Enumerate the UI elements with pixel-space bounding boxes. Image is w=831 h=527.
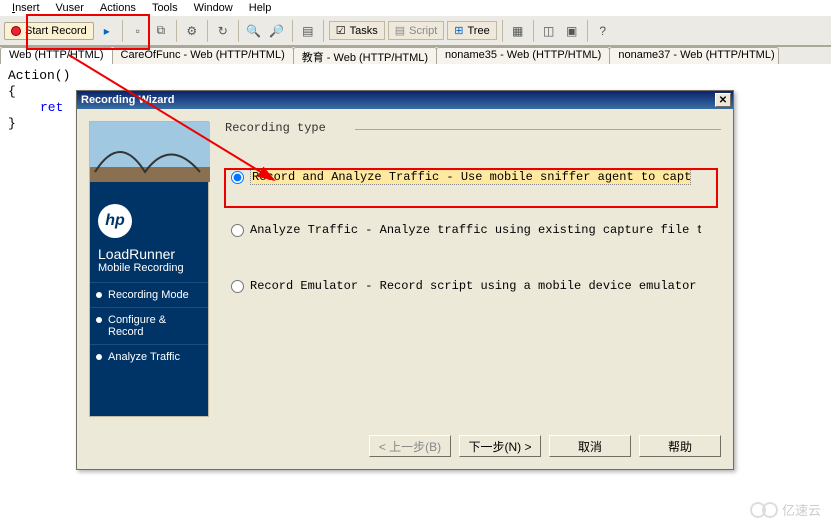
new-icon[interactable]: ▫ [128, 21, 148, 41]
option-label: Analyze Traffic - Analyze traffic using … [250, 223, 701, 237]
tasks-button[interactable]: ☑Tasks [329, 21, 385, 40]
brand-panel: hp LoadRunner Mobile Recording [90, 182, 208, 282]
menu-vuser[interactable]: Vuser [48, 2, 92, 14]
wizard-buttons: < 上一步(B) 下一步(N) > 取消 帮助 [369, 435, 721, 457]
separator [207, 20, 208, 42]
recording-wizard-dialog: Recording Wizard ✕ hp LoadRunner Mobile … [76, 90, 734, 470]
radio-record-emulator[interactable] [231, 280, 244, 293]
record-icon [11, 26, 21, 36]
group-label: Recording type [225, 121, 326, 135]
cancel-button[interactable]: 取消 [549, 435, 631, 457]
help-icon[interactable]: ? [593, 21, 613, 41]
step-configure[interactable]: Configure & Record [90, 307, 208, 344]
tab-noname37[interactable]: noname37 - Web (HTTP/HTML) [609, 47, 779, 64]
option-label: Record and Analyze Traffic - Use mobile … [250, 169, 691, 185]
document-tab-bar: Web (HTTP/HTML) CareOfFunc - Web (HTTP/H… [0, 46, 831, 64]
menu-bar: IInsertnsert Vuser Actions Tools Window … [0, 0, 831, 16]
grid-icon[interactable]: ▦ [508, 21, 528, 41]
separator [533, 20, 534, 42]
hp-logo-icon: hp [98, 204, 132, 238]
option-record-analyze[interactable]: Record and Analyze Traffic - Use mobile … [231, 169, 691, 185]
step-recording-mode[interactable]: Recording Mode [90, 282, 208, 307]
brand-subtitle: Mobile Recording [98, 262, 184, 274]
dialog-titlebar[interactable]: Recording Wizard ✕ [77, 91, 733, 109]
menu-window[interactable]: Window [186, 2, 241, 14]
separator [122, 20, 123, 42]
menu-actions[interactable]: Actions [92, 2, 144, 14]
gear-icon[interactable]: ⚙ [182, 21, 202, 41]
zoom-in-icon[interactable]: 🔍 [244, 21, 264, 41]
copy-icon[interactable]: ⧉ [151, 21, 171, 41]
play-icon[interactable]: ▸ [97, 21, 117, 41]
radio-analyze-traffic[interactable] [231, 224, 244, 237]
tree-button[interactable]: ⊞Tree [447, 21, 496, 40]
separator [502, 20, 503, 42]
tab-noname35[interactable]: noname35 - Web (HTTP/HTML) [436, 47, 610, 64]
menu-insert[interactable]: IInsertnsert [4, 2, 48, 14]
checklist-icon: ☑ [336, 24, 346, 37]
separator [238, 20, 239, 42]
refresh-icon[interactable]: ↻ [213, 21, 233, 41]
menu-tools[interactable]: Tools [144, 2, 186, 14]
option-analyze-traffic[interactable]: Analyze Traffic - Analyze traffic using … [231, 223, 701, 237]
script-button[interactable]: ▤Script [388, 21, 445, 40]
next-button[interactable]: 下一步(N) > [459, 435, 541, 457]
option-record-emulator[interactable]: Record Emulator - Record script using a … [231, 279, 701, 293]
start-record-button[interactable]: Start Record [4, 22, 94, 40]
brand-title: LoadRunner [98, 246, 175, 262]
tab-web[interactable]: Web (HTTP/HTML) [0, 47, 113, 64]
start-record-label: Start Record [25, 25, 87, 37]
option-label: Record Emulator - Record script using a … [250, 279, 696, 293]
wizard-content: Recording type Record and Analyze Traffi… [225, 121, 721, 417]
help-button[interactable]: 帮助 [639, 435, 721, 457]
tab-edu[interactable]: 教育 - Web (HTTP/HTML) [293, 47, 437, 64]
separator [323, 20, 324, 42]
radio-record-analyze[interactable] [231, 171, 244, 184]
step-analyze[interactable]: Analyze Traffic [90, 344, 208, 369]
wizard-sidebar: hp LoadRunner Mobile Recording Recording… [89, 121, 209, 417]
book-icon[interactable]: ▤ [298, 21, 318, 41]
separator [587, 20, 588, 42]
tree-icon: ⊞ [454, 24, 463, 37]
main-toolbar: Start Record ▸ ▫ ⧉ ⚙ ↻ 🔍 🔎 ▤ ☑Tasks ▤Scr… [0, 16, 831, 46]
back-button: < 上一步(B) [369, 435, 451, 457]
rollercoaster-image [90, 122, 210, 182]
code-keyword: ret [40, 100, 63, 115]
wizard-steps: Recording Mode Configure & Record Analyz… [90, 282, 208, 416]
zoom-out-icon[interactable]: 🔎 [267, 21, 287, 41]
group-divider [355, 129, 721, 130]
tab-careoffunc[interactable]: CareOfFunc - Web (HTTP/HTML) [112, 47, 294, 64]
script-icon: ▤ [395, 24, 405, 37]
menu-help[interactable]: Help [241, 2, 280, 14]
dialog-title: Recording Wizard [81, 94, 174, 106]
windows-icon[interactable]: ▣ [562, 21, 582, 41]
window-icon[interactable]: ◫ [539, 21, 559, 41]
separator [176, 20, 177, 42]
banner-image [90, 122, 208, 182]
code-line: Action() [8, 68, 831, 84]
close-button[interactable]: ✕ [715, 93, 731, 107]
separator [292, 20, 293, 42]
